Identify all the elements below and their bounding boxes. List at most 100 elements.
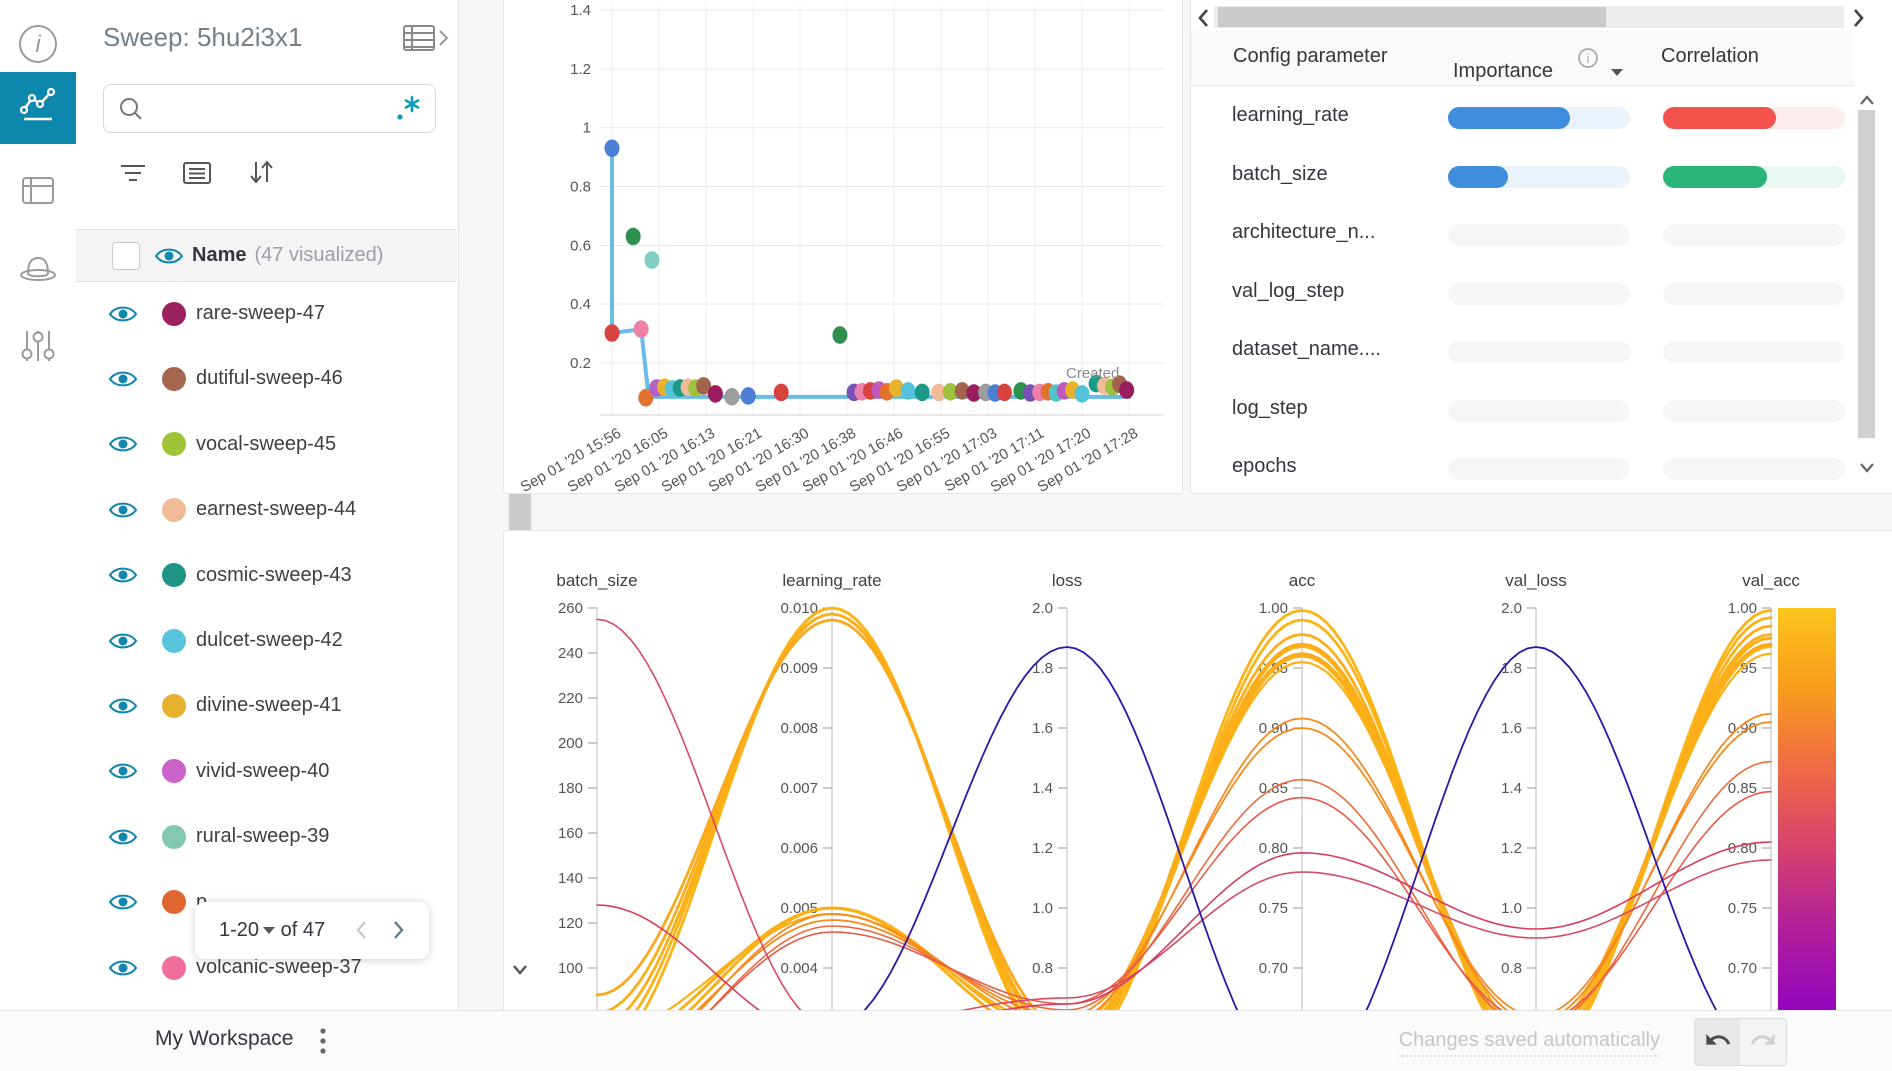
run-visibility-eye-icon[interactable] [108, 958, 138, 978]
run-name[interactable]: volcanic-sweep-37 [196, 956, 362, 979]
run-list-item[interactable]: dulcet-sweep-42 [76, 608, 506, 673]
hscroll-right-icon[interactable] [1850, 6, 1866, 35]
svg-text:0.8: 0.8 [570, 179, 591, 196]
select-all-checkbox[interactable] [112, 242, 140, 270]
run-list-item[interactable]: cosmic-sweep-43 [76, 543, 506, 608]
nav-charts-tab[interactable] [0, 72, 76, 144]
nav-sweep-tab[interactable] [0, 234, 76, 306]
prev-page-button[interactable] [351, 916, 373, 949]
param-scroll-down-icon[interactable] [1858, 460, 1876, 479]
svg-text:1.2: 1.2 [570, 61, 591, 78]
info-icon: i [16, 22, 60, 71]
run-visibility-eye-icon[interactable] [108, 565, 138, 585]
scroll-down-icon[interactable] [509, 962, 531, 983]
svg-text:i: i [35, 31, 41, 58]
run-name[interactable]: dutiful-sweep-46 [196, 367, 343, 390]
run-name[interactable]: cosmic-sweep-43 [196, 564, 352, 587]
svg-text:learning_rate: learning_rate [782, 571, 881, 590]
svg-text:0.2: 0.2 [570, 355, 591, 372]
svg-text:2.0: 2.0 [1501, 600, 1522, 617]
line-chart-icon [16, 84, 60, 133]
columns-button[interactable] [180, 158, 214, 193]
run-list-item[interactable]: dutiful-sweep-46 [76, 346, 506, 411]
svg-text:0.4: 0.4 [570, 296, 591, 313]
run-visibility-eye-icon[interactable] [108, 827, 138, 847]
page-range-label[interactable]: 1-20 of 47 [219, 919, 325, 942]
svg-text:180: 180 [558, 780, 583, 797]
hscroll-left-icon[interactable] [1196, 6, 1212, 35]
param-name: epochs [1232, 455, 1297, 478]
param-name: val_log_step [1232, 280, 1344, 303]
redo-button[interactable] [1740, 1018, 1787, 1066]
bar-track [1448, 224, 1630, 246]
search-icon [117, 95, 145, 128]
sort-button[interactable] [244, 156, 278, 193]
importance-info-icon[interactable]: i [1576, 46, 1600, 76]
run-name[interactable]: divine-sweep-41 [196, 694, 342, 717]
bar-track [1663, 283, 1845, 305]
nav-sliders-tab[interactable] [0, 314, 76, 386]
open-runs-table-button[interactable] [402, 22, 454, 59]
run-visibility-eye-icon[interactable] [108, 696, 138, 716]
visibility-eye-icon[interactable] [154, 246, 184, 266]
page-size-caret-icon [263, 927, 275, 934]
svg-text:120: 120 [558, 915, 583, 932]
sweep-title: Sweep: 5hu2i3x1 [103, 22, 302, 53]
svg-text:1.8: 1.8 [1501, 660, 1522, 677]
run-name[interactable]: earnest-sweep-44 [196, 498, 356, 521]
run-list-item[interactable]: vocal-sweep-45 [76, 412, 506, 477]
svg-text:0.8: 0.8 [1501, 960, 1522, 977]
sweep-panel: Sweep: 5hu2i3x1 [76, 0, 459, 1011]
next-page-button[interactable] [387, 916, 409, 949]
bar-fill [1448, 107, 1570, 129]
run-visibility-eye-icon[interactable] [108, 761, 138, 781]
run-name[interactable]: dulcet-sweep-42 [196, 629, 343, 652]
svg-text:0.8: 0.8 [1032, 960, 1053, 977]
bar-track [1663, 224, 1845, 246]
run-search-input[interactable] [150, 91, 394, 126]
filter-button[interactable] [116, 158, 150, 193]
run-visibility-eye-icon[interactable] [108, 500, 138, 520]
run-color-dot [162, 759, 186, 783]
param-name: log_step [1232, 397, 1308, 420]
config-parameter-header: Config parameter [1233, 45, 1388, 68]
run-list-item[interactable]: divine-sweep-41 [76, 673, 506, 738]
bar-fill [1448, 166, 1508, 188]
bar-track [1448, 341, 1630, 363]
run-name[interactable]: rare-sweep-47 [196, 302, 325, 325]
hscroll-thumb[interactable] [1218, 7, 1606, 27]
run-visibility-eye-icon[interactable] [108, 304, 138, 324]
run-name[interactable]: vocal-sweep-45 [196, 433, 336, 456]
svg-text:0.008: 0.008 [780, 720, 818, 737]
run-color-dot [162, 302, 186, 326]
svg-text:0.007: 0.007 [780, 780, 818, 797]
run-visibility-eye-icon[interactable] [108, 434, 138, 454]
run-name[interactable]: rural-sweep-39 [196, 825, 329, 848]
run-list-item[interactable]: vivid-sweep-40 [76, 739, 506, 804]
table-expand-icon [402, 41, 454, 58]
bar-fill [1663, 166, 1767, 188]
run-list-item[interactable]: rural-sweep-39 [76, 804, 506, 869]
run-visibility-eye-icon[interactable] [108, 892, 138, 912]
svg-text:1.4: 1.4 [570, 2, 591, 19]
nav-table-tab[interactable] [0, 156, 76, 228]
undo-button[interactable] [1694, 1018, 1742, 1066]
run-list-item[interactable]: earnest-sweep-44 [76, 477, 506, 542]
svg-text:0.004: 0.004 [780, 960, 818, 977]
svg-text:Created: Created [1066, 365, 1119, 382]
regex-toggle-icon[interactable] [393, 93, 423, 128]
param-scrollbar-thumb[interactable] [1858, 110, 1875, 438]
run-list-item[interactable]: rare-sweep-47 [76, 281, 506, 346]
run-color-dot [162, 890, 186, 914]
svg-text:0.009: 0.009 [780, 660, 818, 677]
run-visibility-eye-icon[interactable] [108, 369, 138, 389]
svg-text:batch_size: batch_size [556, 571, 637, 590]
workspace-menu-kebab-icon[interactable] [316, 1025, 330, 1062]
param-name: batch_size [1232, 163, 1328, 186]
svg-text:1.2: 1.2 [1501, 840, 1522, 857]
run-visibility-eye-icon[interactable] [108, 631, 138, 651]
svg-text:1.00: 1.00 [1259, 600, 1288, 617]
run-name[interactable]: vivid-sweep-40 [196, 760, 329, 783]
svg-text:2.0: 2.0 [1032, 600, 1053, 617]
svg-text:0.70: 0.70 [1259, 960, 1288, 977]
